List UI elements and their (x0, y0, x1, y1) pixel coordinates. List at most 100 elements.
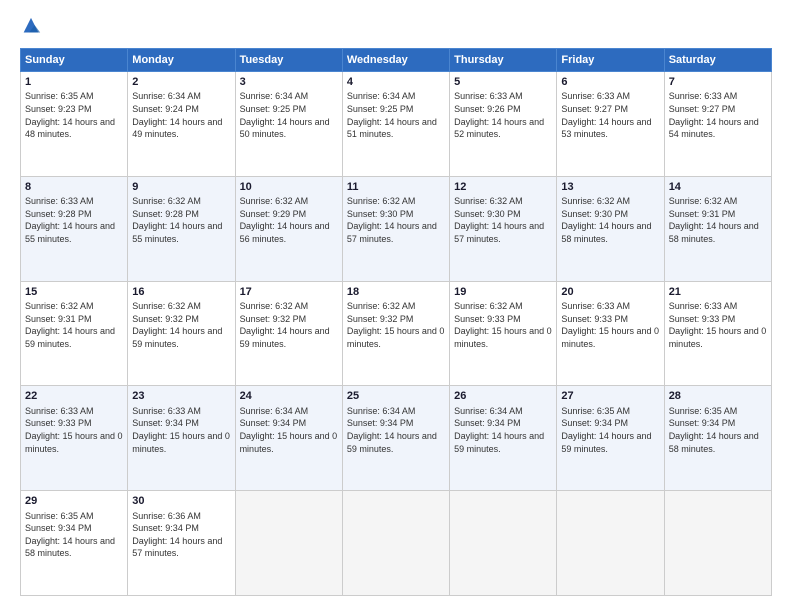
cell-info: Sunrise: 6:32 AM (25, 300, 123, 313)
cell-info: Sunset: 9:25 PM (347, 103, 445, 116)
day-number: 27 (561, 389, 659, 404)
cell-info: Sunrise: 6:33 AM (669, 300, 767, 313)
cell-info: Sunset: 9:32 PM (132, 313, 230, 326)
day-number: 28 (669, 389, 767, 404)
cell-info: Sunset: 9:26 PM (454, 103, 552, 116)
cell-info: Sunrise: 6:32 AM (454, 195, 552, 208)
calendar-cell: 13Sunrise: 6:32 AMSunset: 9:30 PMDayligh… (557, 176, 664, 281)
calendar-cell: 5Sunrise: 6:33 AMSunset: 9:26 PMDaylight… (450, 72, 557, 177)
header (20, 16, 772, 38)
calendar-cell: 20Sunrise: 6:33 AMSunset: 9:33 PMDayligh… (557, 281, 664, 386)
cell-info: Daylight: 14 hours and 58 minutes. (561, 220, 659, 245)
cell-info: Sunrise: 6:34 AM (347, 90, 445, 103)
calendar-cell: 1Sunrise: 6:35 AMSunset: 9:23 PMDaylight… (21, 72, 128, 177)
cell-info: Sunset: 9:34 PM (454, 417, 552, 430)
weekday-header: Saturday (664, 49, 771, 72)
day-number: 6 (561, 75, 659, 90)
cell-info: Sunset: 9:33 PM (669, 313, 767, 326)
cell-info: Daylight: 15 hours and 0 minutes. (454, 325, 552, 350)
calendar-cell: 9Sunrise: 6:32 AMSunset: 9:28 PMDaylight… (128, 176, 235, 281)
cell-info: Sunrise: 6:32 AM (132, 195, 230, 208)
cell-info: Sunrise: 6:32 AM (561, 195, 659, 208)
cell-info: Daylight: 14 hours and 55 minutes. (25, 220, 123, 245)
cell-info: Sunrise: 6:32 AM (240, 195, 338, 208)
cell-info: Sunrise: 6:33 AM (561, 300, 659, 313)
weekday-header: Monday (128, 49, 235, 72)
cell-info: Sunset: 9:27 PM (561, 103, 659, 116)
cell-info: Sunset: 9:31 PM (669, 208, 767, 221)
cell-info: Sunset: 9:34 PM (347, 417, 445, 430)
cell-info: Daylight: 15 hours and 0 minutes. (347, 325, 445, 350)
cell-info: Sunset: 9:34 PM (132, 522, 230, 535)
cell-info: Sunrise: 6:32 AM (454, 300, 552, 313)
cell-info: Daylight: 15 hours and 0 minutes. (561, 325, 659, 350)
cell-info: Daylight: 14 hours and 55 minutes. (132, 220, 230, 245)
cell-info: Daylight: 14 hours and 58 minutes. (25, 535, 123, 560)
day-number: 12 (454, 180, 552, 195)
day-number: 21 (669, 285, 767, 300)
cell-info: Daylight: 14 hours and 53 minutes. (561, 116, 659, 141)
calendar-row: 1Sunrise: 6:35 AMSunset: 9:23 PMDaylight… (21, 72, 772, 177)
cell-info: Sunrise: 6:33 AM (25, 195, 123, 208)
calendar-row: 8Sunrise: 6:33 AMSunset: 9:28 PMDaylight… (21, 176, 772, 281)
cell-info: Sunset: 9:31 PM (25, 313, 123, 326)
calendar-row: 22Sunrise: 6:33 AMSunset: 9:33 PMDayligh… (21, 386, 772, 491)
logo (20, 16, 46, 38)
cell-info: Sunset: 9:34 PM (240, 417, 338, 430)
cell-info: Sunset: 9:33 PM (25, 417, 123, 430)
cell-info: Daylight: 14 hours and 54 minutes. (669, 116, 767, 141)
calendar-cell: 21Sunrise: 6:33 AMSunset: 9:33 PMDayligh… (664, 281, 771, 386)
calendar-cell: 12Sunrise: 6:32 AMSunset: 9:30 PMDayligh… (450, 176, 557, 281)
cell-info: Daylight: 14 hours and 57 minutes. (347, 220, 445, 245)
calendar-cell: 8Sunrise: 6:33 AMSunset: 9:28 PMDaylight… (21, 176, 128, 281)
cell-info: Sunrise: 6:33 AM (132, 405, 230, 418)
calendar-cell: 30Sunrise: 6:36 AMSunset: 9:34 PMDayligh… (128, 491, 235, 596)
day-number: 2 (132, 75, 230, 90)
calendar-cell: 18Sunrise: 6:32 AMSunset: 9:32 PMDayligh… (342, 281, 449, 386)
cell-info: Sunrise: 6:35 AM (669, 405, 767, 418)
cell-info: Sunrise: 6:34 AM (454, 405, 552, 418)
weekday-header: Sunday (21, 49, 128, 72)
calendar-cell: 26Sunrise: 6:34 AMSunset: 9:34 PMDayligh… (450, 386, 557, 491)
cell-info: Sunrise: 6:33 AM (561, 90, 659, 103)
cell-info: Sunset: 9:32 PM (347, 313, 445, 326)
cell-info: Daylight: 14 hours and 58 minutes. (669, 220, 767, 245)
cell-info: Daylight: 14 hours and 49 minutes. (132, 116, 230, 141)
cell-info: Daylight: 14 hours and 56 minutes. (240, 220, 338, 245)
calendar-cell: 4Sunrise: 6:34 AMSunset: 9:25 PMDaylight… (342, 72, 449, 177)
day-number: 3 (240, 75, 338, 90)
day-number: 20 (561, 285, 659, 300)
calendar-cell: 11Sunrise: 6:32 AMSunset: 9:30 PMDayligh… (342, 176, 449, 281)
cell-info: Sunrise: 6:34 AM (132, 90, 230, 103)
day-number: 25 (347, 389, 445, 404)
cell-info: Sunrise: 6:35 AM (25, 510, 123, 523)
cell-info: Sunset: 9:25 PM (240, 103, 338, 116)
calendar-cell: 19Sunrise: 6:32 AMSunset: 9:33 PMDayligh… (450, 281, 557, 386)
cell-info: Daylight: 14 hours and 48 minutes. (25, 116, 123, 141)
calendar-row: 15Sunrise: 6:32 AMSunset: 9:31 PMDayligh… (21, 281, 772, 386)
calendar-cell (235, 491, 342, 596)
cell-info: Sunset: 9:34 PM (669, 417, 767, 430)
weekday-header: Wednesday (342, 49, 449, 72)
day-number: 10 (240, 180, 338, 195)
calendar-cell: 10Sunrise: 6:32 AMSunset: 9:29 PMDayligh… (235, 176, 342, 281)
cell-info: Sunset: 9:23 PM (25, 103, 123, 116)
cell-info: Daylight: 14 hours and 51 minutes. (347, 116, 445, 141)
cell-info: Daylight: 14 hours and 59 minutes. (132, 325, 230, 350)
calendar-cell: 16Sunrise: 6:32 AMSunset: 9:32 PMDayligh… (128, 281, 235, 386)
calendar-cell: 24Sunrise: 6:34 AMSunset: 9:34 PMDayligh… (235, 386, 342, 491)
cell-info: Sunset: 9:28 PM (25, 208, 123, 221)
weekday-header-row: SundayMondayTuesdayWednesdayThursdayFrid… (21, 49, 772, 72)
day-number: 13 (561, 180, 659, 195)
cell-info: Sunset: 9:30 PM (561, 208, 659, 221)
cell-info: Sunrise: 6:33 AM (669, 90, 767, 103)
day-number: 18 (347, 285, 445, 300)
cell-info: Sunrise: 6:35 AM (561, 405, 659, 418)
cell-info: Sunrise: 6:36 AM (132, 510, 230, 523)
cell-info: Sunrise: 6:35 AM (25, 90, 123, 103)
day-number: 9 (132, 180, 230, 195)
calendar-cell (342, 491, 449, 596)
cell-info: Sunset: 9:30 PM (454, 208, 552, 221)
weekday-header: Tuesday (235, 49, 342, 72)
day-number: 11 (347, 180, 445, 195)
